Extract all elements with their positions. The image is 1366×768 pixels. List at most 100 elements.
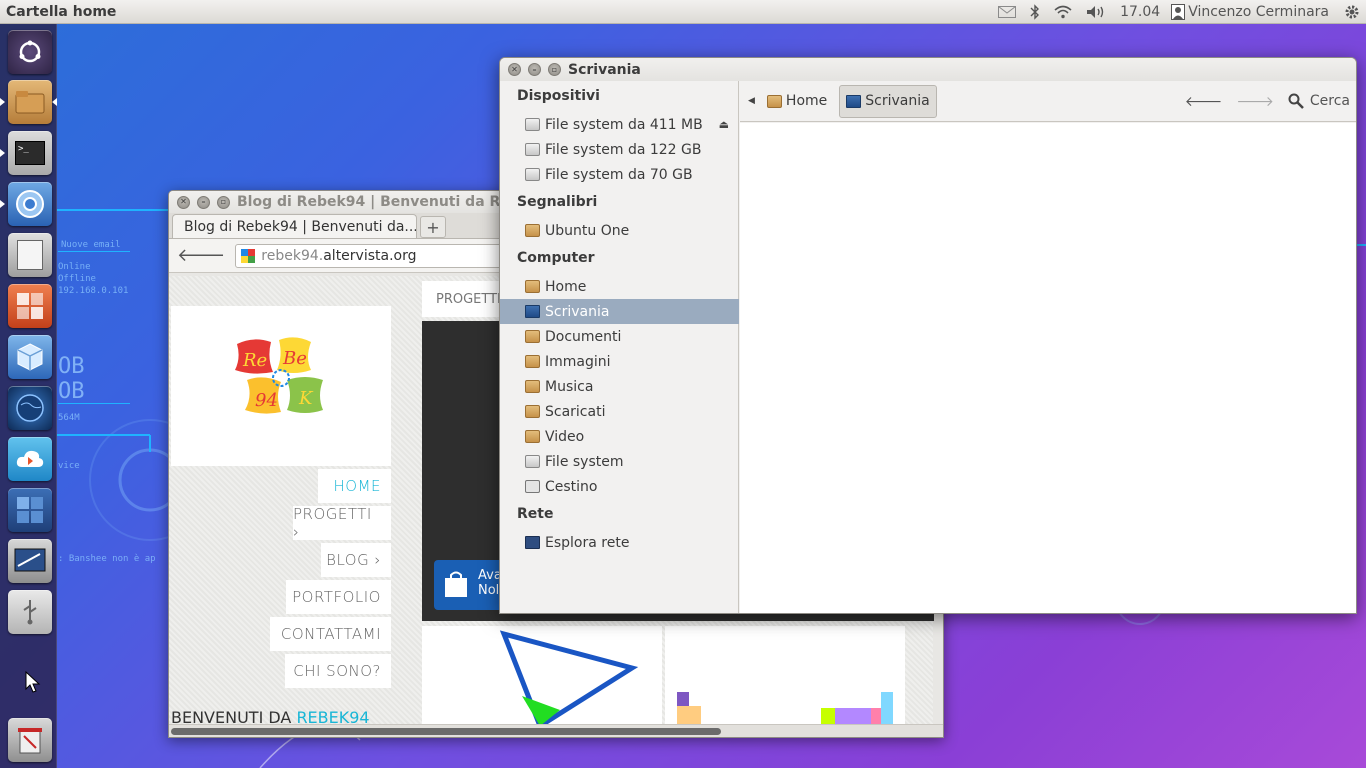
system-settings-icon[interactable] — [8, 284, 52, 328]
cursor-icon — [25, 670, 41, 697]
sidebar-item-documenti[interactable]: Documenti — [500, 324, 739, 349]
volume-icon[interactable] — [1079, 0, 1113, 24]
clock[interactable]: 17.04 — [1113, 0, 1167, 24]
sidebar-item-ubuntu-one[interactable]: Ubuntu One — [500, 218, 739, 243]
usb-drive-icon[interactable] — [8, 590, 52, 634]
chromium-icon[interactable] — [8, 182, 52, 226]
conky-offline: Offline — [58, 274, 96, 284]
home-folder-icon — [766, 94, 782, 108]
minimize-icon[interactable]: – — [197, 195, 210, 209]
breadcrumb-scroll-left-icon[interactable]: ◀ — [748, 96, 755, 106]
terminal-icon[interactable]: >_ — [8, 131, 52, 175]
sidebar-item-label: Video — [545, 428, 585, 445]
sidebar-item-file-system[interactable]: File system — [500, 449, 739, 474]
file-manager-title: Scrivania — [568, 61, 641, 78]
computer-header: Computer — [517, 250, 595, 266]
sidebar-item-label: File system da 411 MB — [545, 116, 703, 133]
file-manager-titlebar[interactable]: ✕ – ▫ Scrivania — [500, 58, 1356, 81]
scrollbar-thumb[interactable] — [171, 728, 721, 735]
close-icon[interactable]: ✕ — [508, 63, 521, 76]
menu-progetti[interactable]: PROGETTI › — [293, 505, 391, 541]
gear-icon[interactable] — [1337, 0, 1366, 24]
maximize-icon[interactable]: ▫ — [548, 63, 561, 76]
virtualbox-icon[interactable] — [8, 335, 52, 379]
menu-chi-sono[interactable]: CHI SONO? — [285, 654, 391, 688]
sidebar-item-device-70gb[interactable]: File system da 70 GB — [500, 162, 739, 187]
conky-ip: 192.168.0.101 — [58, 286, 129, 296]
sidebar-item-label: Musica — [545, 378, 594, 395]
sidebar-item-label: Ubuntu One — [545, 222, 630, 239]
dash-home-icon[interactable] — [8, 30, 52, 74]
new-tab-button[interactable]: + — [420, 216, 446, 238]
sidebar-item-scaricati[interactable]: Scaricati — [500, 399, 739, 424]
sidebar-item-label: Scaricati — [545, 403, 606, 420]
minimize-icon[interactable]: – — [528, 63, 541, 76]
bluetooth-icon[interactable] — [1023, 0, 1047, 24]
back-arrow-icon[interactable]: 🡐 — [1185, 93, 1223, 110]
site-identity-icon — [241, 248, 256, 263]
sidebar-item-device-411mb[interactable]: File system da 411 MB ⏏ — [500, 112, 739, 137]
back-arrow-icon[interactable]: 🡐 — [177, 245, 225, 266]
sidebar-item-musica[interactable]: Musica — [500, 374, 739, 399]
desktop-folder-icon — [846, 94, 862, 108]
project-thumbnail-1[interactable] — [422, 626, 662, 730]
url-subdomain: rebek94. — [261, 247, 324, 264]
browser-tab[interactable]: Blog di Rebek94 | Benvenuti da... — [172, 214, 417, 238]
earth-browser-icon[interactable] — [8, 386, 52, 430]
store-badge[interactable]: Ava Nol — [434, 560, 504, 610]
pictures-folder-icon — [525, 355, 540, 368]
eject-icon[interactable]: ⏏ — [719, 118, 729, 131]
search-button[interactable]: Cerca — [1288, 93, 1350, 109]
breadcrumb-scrivania[interactable]: Scrivania — [839, 84, 937, 118]
file-view-area[interactable] — [740, 123, 1356, 613]
search-icon — [1288, 93, 1304, 109]
top-panel: Cartella home 17.04 Vincenzo Cerminara — [0, 0, 1366, 24]
menu-portfolio[interactable]: PORTFOLIO — [286, 580, 391, 614]
network-icon — [525, 536, 540, 549]
devices-header: Dispositivi — [517, 88, 600, 104]
screenshot-icon[interactable] — [8, 539, 52, 583]
progetti-header[interactable]: PROGETTI — [422, 281, 502, 317]
menu-blog[interactable]: BLOG › — [321, 543, 391, 577]
user-menu[interactable]: Vincenzo Cerminara — [1167, 0, 1337, 24]
sidebar-item-esplora-rete[interactable]: Esplora rete — [500, 530, 739, 555]
sidebar-item-cestino[interactable]: Cestino — [500, 474, 739, 499]
active-app-title: Cartella home — [6, 3, 117, 20]
sidebar-item-video[interactable]: Video — [500, 424, 739, 449]
sidebar-item-label: File system da 70 GB — [545, 166, 693, 183]
workspace-switcher-icon[interactable] — [8, 488, 52, 532]
network-header: Rete — [517, 506, 554, 522]
running-indicator — [0, 98, 5, 106]
site-logo[interactable]: Re Be 94 K — [171, 306, 391, 466]
project-thumbnail-2[interactable] — [665, 626, 905, 726]
user-icon — [1171, 3, 1186, 20]
menu-home[interactable]: HOME — [318, 469, 391, 503]
mail-icon[interactable] — [991, 0, 1023, 24]
trash-icon[interactable] — [8, 718, 52, 762]
sidebar-item-home[interactable]: Home — [500, 274, 739, 299]
indicator-area: 17.04 Vincenzo Cerminara — [991, 0, 1366, 24]
cloud-sync-icon[interactable] — [8, 437, 52, 481]
breadcrumb-label: Scrivania — [865, 93, 930, 109]
conky-banshee: : Banshee non è ap — [58, 554, 156, 564]
text-editor-icon[interactable] — [8, 233, 52, 277]
horizontal-scrollbar[interactable] — [169, 724, 943, 737]
forward-arrow-icon[interactable]: 🡒 — [1236, 93, 1274, 110]
sidebar-item-immagini[interactable]: Immagini — [500, 349, 739, 374]
maximize-icon[interactable]: ▫ — [217, 195, 230, 209]
breadcrumb-home[interactable]: Home — [761, 85, 833, 118]
url-bar[interactable]: rebek94.altervista.org — [235, 243, 536, 268]
menu-contattami[interactable]: CONTATTAMI — [270, 617, 391, 651]
files-icon[interactable] — [8, 80, 52, 124]
wifi-icon[interactable] — [1047, 0, 1079, 24]
conky-online: Online — [58, 262, 91, 272]
places-sidebar: Dispositivi File system da 411 MB ⏏ File… — [500, 81, 739, 613]
location-toolbar: ◀ Home Scrivania 🡐 🡒 Cerca — [740, 81, 1356, 122]
close-icon[interactable]: ✕ — [177, 195, 190, 209]
shopping-bag-icon — [445, 571, 467, 597]
folder-icon — [525, 224, 540, 237]
sidebar-item-device-122gb[interactable]: File system da 122 GB — [500, 137, 739, 162]
sidebar-item-scrivania[interactable]: Scrivania — [500, 299, 739, 324]
downloads-folder-icon — [525, 405, 540, 418]
drive-icon — [525, 168, 540, 181]
